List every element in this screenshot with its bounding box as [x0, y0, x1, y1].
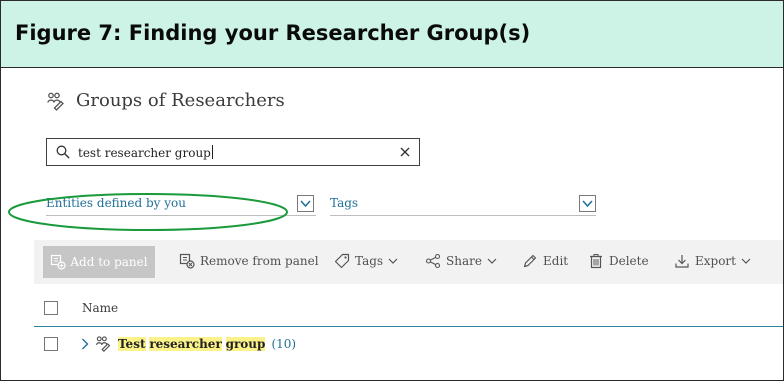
edit-button[interactable]: Edit [522, 253, 568, 269]
add-to-panel-label: Add to panel [70, 255, 148, 269]
add-to-panel-icon [51, 254, 66, 270]
delete-label: Delete [609, 254, 649, 268]
table-header: Name [34, 290, 783, 327]
entities-filter-label[interactable]: Entities defined by you [46, 196, 186, 210]
row-content: Test researcher group (10) [81, 335, 296, 352]
action-toolbar: Add to panel Remove from panel Tags Shar… [34, 240, 783, 284]
researchers-group-icon [47, 92, 64, 111]
group-name-word: group [225, 336, 266, 351]
page-header: Groups of Researchers [46, 90, 285, 111]
pencil-icon [523, 254, 537, 268]
group-name-link[interactable]: Test researcher group [118, 336, 266, 351]
export-button[interactable]: Export [674, 253, 751, 269]
select-all-checkbox[interactable] [44, 301, 58, 315]
group-name-word: researcher [149, 336, 222, 351]
figure: Figure 7: Finding your Researcher Group(… [0, 0, 784, 381]
column-header-name[interactable]: Name [82, 301, 118, 315]
remove-from-panel-icon [179, 253, 195, 269]
delete-button[interactable]: Delete [588, 253, 649, 269]
table-row[interactable]: Test researcher group (10) [34, 328, 783, 360]
filter-row: Entities defined by you Tags [1, 186, 783, 226]
share-label: Share [446, 254, 482, 268]
chevron-right-icon[interactable] [81, 338, 89, 350]
remove-from-panel-button[interactable]: Remove from panel [179, 253, 319, 269]
tags-button[interactable]: Tags [334, 253, 398, 269]
page-title: Groups of Researchers [76, 90, 285, 111]
download-icon [675, 255, 689, 268]
search-input[interactable]: test researcher group [46, 138, 420, 166]
chevron-down-icon [300, 200, 311, 208]
close-icon[interactable] [400, 147, 410, 157]
filter-divider [46, 215, 316, 216]
group-member-count: (10) [271, 336, 297, 351]
entities-filter-dropdown[interactable] [297, 195, 314, 212]
caption-bar: Figure 7: Finding your Researcher Group(… [1, 1, 783, 68]
share-button[interactable]: Share [425, 253, 497, 269]
add-to-panel-button[interactable]: Add to panel [43, 246, 155, 278]
row-checkbox[interactable] [44, 337, 58, 351]
chevron-down-icon [741, 258, 751, 264]
export-label: Export [695, 254, 736, 268]
app-screenshot: Groups of Researchers test researcher gr… [1, 68, 783, 380]
share-icon [425, 253, 441, 269]
trash-icon [590, 254, 602, 269]
group-name-word: Test [118, 336, 146, 351]
figure-caption: Figure 7: Finding your Researcher Group(… [15, 21, 531, 45]
edit-label: Edit [543, 254, 569, 268]
chevron-down-icon [582, 200, 593, 208]
remove-from-panel-label: Remove from panel [200, 254, 319, 268]
search-icon [56, 145, 70, 159]
tags-label: Tags [355, 254, 384, 268]
researchers-group-icon [96, 336, 111, 352]
filter-divider [330, 215, 596, 216]
tag-icon [334, 253, 350, 269]
tags-filter-dropdown[interactable] [579, 195, 596, 212]
chevron-down-icon [388, 258, 398, 264]
search-value: test researcher group [78, 145, 213, 160]
tags-filter-label[interactable]: Tags [330, 196, 358, 210]
chevron-down-icon [487, 258, 497, 264]
